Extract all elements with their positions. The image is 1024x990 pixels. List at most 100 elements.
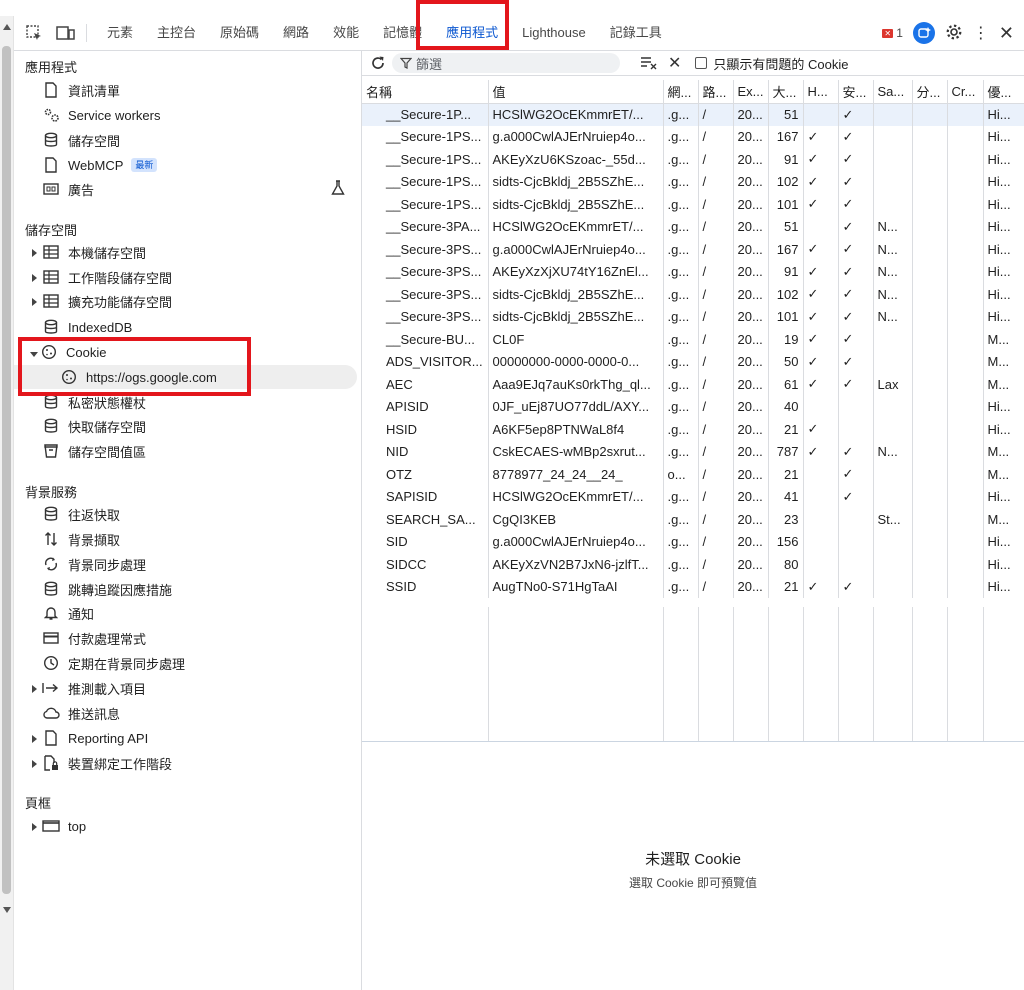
- refresh-icon[interactable]: [370, 55, 386, 71]
- sidebar-item-background-sync[interactable]: 背景同步處理: [14, 552, 357, 576]
- delete-selected-cookie-icon[interactable]: ✕: [668, 53, 681, 73]
- cookie-icon: [60, 368, 78, 386]
- sidebar-item-back-forward-cache[interactable]: 往返快取: [14, 502, 357, 526]
- ai-assistant-icon[interactable]: [912, 22, 935, 44]
- table-icon: [42, 243, 60, 261]
- column-header-domain[interactable]: 網...: [663, 80, 699, 104]
- column-header-cross-site[interactable]: Cr...: [947, 80, 984, 104]
- sidebar-item-webmcp[interactable]: WebMCP 最新: [14, 153, 357, 177]
- table-row[interactable]: __Secure-3PS... sidts-CjcBkldj_2B5SZhE...…: [362, 305, 1024, 328]
- sidebar-item-ads[interactable]: 廣告: [14, 177, 357, 201]
- cell-httponly: [803, 215, 839, 238]
- scrollbar-thumb[interactable]: [2, 46, 11, 894]
- tab-lighthouse[interactable]: Lighthouse: [510, 16, 598, 50]
- table-row[interactable]: __Secure-1PS... AKEyXzU6KSzoac-_55d... .g.…: [362, 148, 1024, 171]
- cell-partition: [912, 395, 948, 418]
- tab-recorder[interactable]: 記錄工具: [598, 16, 674, 50]
- expand-arrow-icon[interactable]: [32, 734, 37, 743]
- column-header-name[interactable]: 名稱: [362, 80, 489, 104]
- sidebar-item-cookie-origin[interactable]: https://ogs.google.com: [14, 365, 357, 389]
- tab-console[interactable]: 主控台: [145, 16, 208, 50]
- sidebar-item-payment-handler[interactable]: 付款處理常式: [14, 626, 357, 650]
- table-row[interactable]: NID CskECAES-wMBp2sxrut... .g.../20... 787 ✓…: [362, 440, 1024, 463]
- sidebar-item-notifications[interactable]: 通知: [14, 601, 357, 625]
- column-header-expires[interactable]: Ex...: [733, 80, 769, 104]
- table-row[interactable]: SEARCH_SA... CgQI3KEB .g.../20... 23 St... M.…: [362, 508, 1024, 531]
- tab-network[interactable]: 網路: [271, 16, 321, 50]
- table-row[interactable]: __Secure-3PS... sidts-CjcBkldj_2B5SZhE...…: [362, 283, 1024, 306]
- cell-path: /: [698, 103, 734, 126]
- sidebar-item-indexeddb[interactable]: IndexedDB: [14, 315, 357, 339]
- sidebar-item-service-workers[interactable]: Service workers: [14, 103, 357, 127]
- table-row[interactable]: __Secure-3PS... AKEyXzXjXU74tY16ZnEl... .g…: [362, 260, 1024, 283]
- error-count-badge[interactable]: ✕ 1: [882, 26, 903, 40]
- table-row[interactable]: SIDCC AKEyXzVN2B7JxN6-jzlfT... .g.../20...…: [362, 553, 1024, 576]
- cell-name: AEC: [362, 373, 489, 396]
- column-header-path[interactable]: 路...: [698, 80, 734, 104]
- settings-gear-icon[interactable]: [945, 23, 963, 44]
- sidebar-item-extension-storage[interactable]: 擴充功能儲存空間: [14, 289, 357, 313]
- expand-arrow-icon[interactable]: [32, 684, 37, 693]
- sidebar-item-private-state-tokens[interactable]: 私密狀態權杖: [14, 390, 357, 414]
- scroll-up-arrow-icon[interactable]: [3, 24, 11, 30]
- cookie-filter-input[interactable]: 篩選: [392, 53, 620, 73]
- clear-filtered-cookies-icon[interactable]: [640, 56, 658, 70]
- table-row[interactable]: __Secure-1PS... sidts-CjcBkldj_2B5SZhE...…: [362, 193, 1024, 216]
- table-row[interactable]: SAPISID HCSlWG2OcEKmmrET/... .g.../20... 41…: [362, 485, 1024, 508]
- table-row[interactable]: APISID 0JF_uEj87UO77ddL/AXY... .g.../20...…: [362, 395, 1024, 418]
- sidebar-item-cookie[interactable]: Cookie: [14, 340, 357, 364]
- collapse-arrow-icon[interactable]: [30, 351, 38, 357]
- expand-arrow-icon[interactable]: [32, 248, 37, 257]
- sidebar-item-local-storage[interactable]: 本機儲存空間: [14, 240, 357, 264]
- table-row[interactable]: __Secure-BU... CL0F .g.../20... 19 ✓ ✓ M...: [362, 328, 1024, 351]
- sidebar-item-frame-top[interactable]: top: [14, 814, 357, 838]
- table-row[interactable]: __Secure-3PA... HCSlWG2OcEKmmrET/... .g...…: [362, 215, 1024, 238]
- sidebar-item-storage-buckets[interactable]: 儲存空間值區: [14, 439, 357, 463]
- table-row[interactable]: ADS_VISITOR... 00000000-0000-0000-0... .g.…: [362, 350, 1024, 373]
- more-options-icon[interactable]: ⋮: [973, 23, 989, 43]
- sidebar-item-periodic-sync[interactable]: 定期在背景同步處理: [14, 651, 357, 675]
- preview-splitter[interactable]: [362, 741, 1024, 742]
- sidebar-item-speculative-loads[interactable]: 推測載入項目: [14, 676, 357, 700]
- page-scrollbar[interactable]: [0, 16, 14, 990]
- inspect-element-icon[interactable]: [22, 21, 46, 45]
- expand-arrow-icon[interactable]: [32, 759, 37, 768]
- column-header-priority[interactable]: 優...: [983, 80, 1024, 104]
- table-row[interactable]: __Secure-3PS... g.a000CwlAJErNruiep4o....…: [362, 238, 1024, 261]
- sidebar-item-storage[interactable]: 儲存空間: [14, 128, 357, 152]
- only-issues-checkbox[interactable]: [695, 57, 708, 69]
- tab-sources[interactable]: 原始碼: [208, 16, 271, 50]
- table-row[interactable]: AEC Aaa9EJq7auKs0rkThg_ql... .g.../20... 61…: [362, 373, 1024, 396]
- sidebar-item-background-fetch[interactable]: 背景擷取: [14, 527, 357, 551]
- table-row[interactable]: SID g.a000CwlAJErNruiep4o... .g.../20... 15…: [362, 530, 1024, 553]
- table-row[interactable]: __Secure-1PS... g.a000CwlAJErNruiep4o....…: [362, 125, 1024, 148]
- sidebar-item-device-bound-sessions[interactable]: 裝置綁定工作階段: [14, 751, 357, 775]
- table-row[interactable]: __Secure-1PS... sidts-CjcBkldj_2B5SZhE...…: [362, 170, 1024, 193]
- column-header-samesite[interactable]: Sa...: [873, 80, 913, 104]
- table-row[interactable]: SSID AugTNo0-S71HgTaAI .g.../20... 21 ✓ ✓ Hi..…: [362, 575, 1024, 598]
- expand-arrow-icon[interactable]: [32, 297, 37, 306]
- expand-arrow-icon[interactable]: [32, 822, 37, 831]
- column-header-value[interactable]: 值: [488, 80, 664, 104]
- column-header-partition[interactable]: 分...: [912, 80, 948, 104]
- close-devtools-icon[interactable]: ✕: [999, 23, 1014, 44]
- sidebar-item-manifest[interactable]: 資訊清單: [14, 78, 357, 102]
- tab-application[interactable]: 應用程式: [434, 16, 510, 50]
- sidebar-item-bounce-tracking[interactable]: 跳轉追蹤因應措施: [14, 577, 357, 601]
- scroll-down-arrow-icon[interactable]: [3, 907, 11, 913]
- device-toolbar-icon[interactable]: [54, 21, 78, 45]
- table-row[interactable]: __Secure-1P... HCSlWG2OcEKmmrET/... .g... /…: [362, 103, 1024, 126]
- tab-memory[interactable]: 記憶體: [371, 16, 434, 50]
- column-header-secure[interactable]: 安...: [838, 80, 874, 104]
- sidebar-item-cache-storage[interactable]: 快取儲存空間: [14, 414, 357, 438]
- tab-performance[interactable]: 效能: [321, 16, 371, 50]
- sidebar-item-push-messaging[interactable]: 推送訊息: [14, 701, 357, 725]
- sidebar-item-session-storage[interactable]: 工作階段儲存空間: [14, 265, 357, 289]
- table-row[interactable]: HSID A6KF5ep8PTNWaL8f4 .g.../20... 21 ✓ Hi...: [362, 418, 1024, 441]
- table-row[interactable]: OTZ 8778977_24_24__24_ o.../20... 21 ✓ M...: [362, 463, 1024, 486]
- column-header-httponly[interactable]: H...: [803, 80, 839, 104]
- column-header-size[interactable]: 大...: [768, 80, 804, 104]
- expand-arrow-icon[interactable]: [32, 273, 37, 282]
- tab-elements[interactable]: 元素: [95, 16, 145, 50]
- sidebar-item-reporting-api[interactable]: Reporting API: [14, 726, 357, 750]
